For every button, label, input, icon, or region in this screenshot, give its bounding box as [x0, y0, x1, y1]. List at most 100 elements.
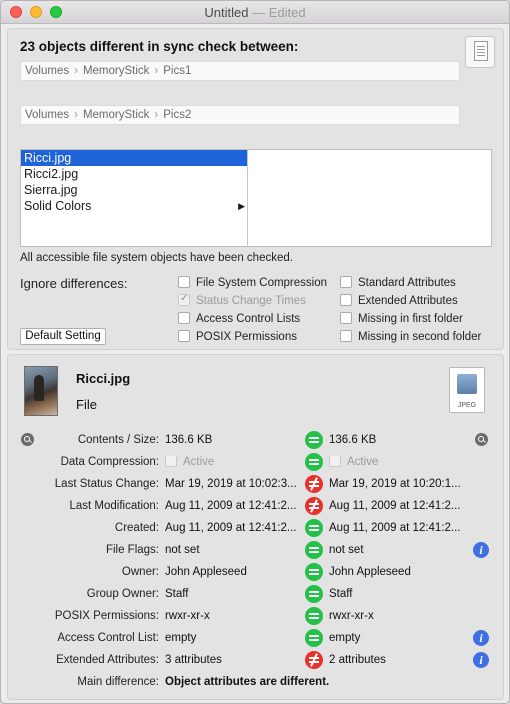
- row-value-left: 136.6 KB: [165, 434, 213, 446]
- list-item[interactable]: Ricci.jpg: [21, 150, 247, 166]
- fs-compression-checkbox[interactable]: File System Compression: [178, 275, 328, 292]
- checkbox-label: Missing in second folder: [358, 331, 482, 343]
- info-icon[interactable]: i: [473, 542, 489, 558]
- path-control-first[interactable]: Volumes › MemoryStick › Pics1: [20, 61, 460, 81]
- checkbox-label: Standard Attributes: [358, 277, 456, 289]
- path-segment[interactable]: Pics1: [163, 65, 191, 77]
- jpeg-file-icon: JPEG: [449, 367, 485, 413]
- differences-browser[interactable]: Ricci.jpg Ricci2.jpg Sierra.jpg Solid Co…: [20, 149, 492, 247]
- row-value-left: empty: [165, 632, 197, 644]
- list-item-label: Ricci2.jpg: [24, 167, 79, 181]
- extended-attributes-checkbox[interactable]: Extended Attributes: [340, 293, 458, 310]
- not-equal-icon: [305, 475, 323, 493]
- row-file-flags: File Flags: not set not set i: [8, 541, 505, 561]
- file-name: Ricci.jpg: [76, 371, 131, 386]
- posix-checkbox[interactable]: POSIX Permissions: [178, 329, 297, 346]
- row-label: Last Modification:: [69, 500, 160, 512]
- sync-heading: 23 objects different in sync check betwe…: [20, 39, 299, 54]
- column-divider: [247, 150, 248, 246]
- equal-icon: [305, 541, 323, 559]
- equal-icon: [305, 585, 323, 603]
- missing-second-checkbox[interactable]: Missing in second folder: [340, 329, 482, 346]
- status-text: All accessible file system objects have …: [20, 252, 293, 264]
- row-created: Created: Aug 11, 2009 at 12:41:2... Aug …: [8, 519, 505, 539]
- path-chevron-icon: ›: [154, 109, 159, 121]
- missing-first-checkbox[interactable]: Missing in first folder: [340, 311, 463, 328]
- info-icon[interactable]: i: [473, 630, 489, 646]
- list-item-label: Solid Colors: [24, 199, 92, 213]
- standard-attributes-checkbox[interactable]: Standard Attributes: [340, 275, 456, 292]
- checkbox-box[interactable]: [340, 275, 352, 288]
- magnifier-right-icon[interactable]: [475, 433, 488, 446]
- equal-icon: [305, 519, 323, 537]
- window-title: Untitled — Edited: [1, 5, 509, 20]
- checkbox-box[interactable]: [340, 293, 352, 306]
- row-extended-attributes: Extended Attributes: 3 attributes 2 attr…: [8, 651, 505, 671]
- path-segment[interactable]: Volumes: [25, 65, 69, 77]
- row-value-right: John Appleseed: [329, 566, 411, 578]
- path-segment[interactable]: MemoryStick: [83, 65, 149, 77]
- list-item[interactable]: Solid Colors ▶: [21, 198, 247, 214]
- row-label: Last Status Change:: [54, 478, 159, 490]
- path-chevron-icon: ›: [154, 65, 159, 77]
- row-access-control-list: Access Control List: empty empty i: [8, 629, 505, 649]
- edited-indicator: — Edited: [252, 5, 306, 20]
- document-icon[interactable]: [465, 36, 495, 68]
- checkbox-label: Active: [347, 456, 379, 469]
- magnifier-left-icon[interactable]: [21, 433, 34, 446]
- row-value-right: Staff: [329, 588, 353, 600]
- main-difference-value: Object attributes are different.: [165, 676, 330, 688]
- path-segment[interactable]: MemoryStick: [83, 109, 149, 121]
- path-segment[interactable]: Volumes: [25, 109, 69, 121]
- status-change-checkbox: ✓ Status Change Times: [178, 293, 306, 310]
- checkbox-box[interactable]: [178, 311, 190, 324]
- row-label: Contents / Size:: [77, 434, 159, 446]
- row-owner: Owner: John Appleseed John Appleseed: [8, 563, 505, 583]
- row-value-right: 2 attributes: [329, 654, 386, 666]
- checkbox-label: File System Compression: [196, 277, 328, 289]
- path-chevron-icon: ›: [74, 65, 78, 77]
- row-value-left: Mar 19, 2019 at 10:02:3...: [165, 478, 297, 490]
- path-segment[interactable]: Pics2: [163, 109, 191, 121]
- list-item-label: Sierra.jpg: [24, 183, 78, 197]
- row-value-left: not set: [165, 544, 200, 556]
- row-contents-size: Contents / Size: 136.6 KB 136.6 KB: [8, 431, 505, 451]
- info-icon[interactable]: i: [473, 652, 489, 668]
- equal-icon: [305, 563, 323, 581]
- checkbox-box: [165, 456, 177, 467]
- row-value-right: Active: [329, 456, 464, 468]
- default-setting-button[interactable]: Default Setting: [20, 328, 106, 345]
- acl-checkbox[interactable]: Access Control Lists: [178, 311, 300, 328]
- file-detail-panel: Ricci.jpg File JPEG Contents / Size: 136…: [7, 354, 504, 700]
- path-control-second[interactable]: Volumes › MemoryStick › Pics2: [20, 105, 460, 125]
- row-value-right: Aug 11, 2009 at 12:41:2...: [329, 522, 461, 534]
- checkbox-box: [329, 456, 341, 467]
- equal-icon: [305, 607, 323, 625]
- row-label: Data Compression:: [60, 456, 159, 468]
- disclosure-arrow-icon: ▶: [238, 201, 245, 211]
- row-value-right: Aug 11, 2009 at 12:41:2...: [329, 500, 461, 512]
- checkbox-label: Active: [183, 456, 215, 469]
- list-item[interactable]: Ricci2.jpg: [21, 166, 247, 182]
- checkbox-label: Missing in first folder: [358, 313, 463, 325]
- row-label: Owner:: [121, 566, 159, 578]
- checkbox-box[interactable]: [178, 275, 190, 288]
- row-value-left: 3 attributes: [165, 654, 222, 666]
- row-value-right: 136.6 KB: [329, 434, 377, 446]
- title-bar: Untitled — Edited: [1, 1, 509, 24]
- checkbox-box[interactable]: [178, 329, 190, 342]
- equal-icon: [305, 431, 323, 449]
- file-kind: File: [76, 397, 97, 412]
- row-label: Created:: [114, 522, 159, 534]
- not-equal-icon: [305, 651, 323, 669]
- list-item[interactable]: Sierra.jpg: [21, 182, 247, 198]
- checkbox-label: Extended Attributes: [358, 295, 458, 307]
- row-last-status-change: Last Status Change: Mar 19, 2019 at 10:0…: [8, 475, 505, 495]
- row-value-left: Aug 11, 2009 at 12:41:2...: [165, 500, 297, 512]
- ignore-differences-label: Ignore differences:: [20, 276, 128, 291]
- row-last-modification: Last Modification: Aug 11, 2009 at 12:41…: [8, 497, 505, 517]
- checkbox-box[interactable]: [340, 311, 352, 324]
- checkbox-box[interactable]: [340, 329, 352, 342]
- not-equal-icon: [305, 497, 323, 515]
- row-value-right: rwxr-xr-x: [329, 610, 374, 622]
